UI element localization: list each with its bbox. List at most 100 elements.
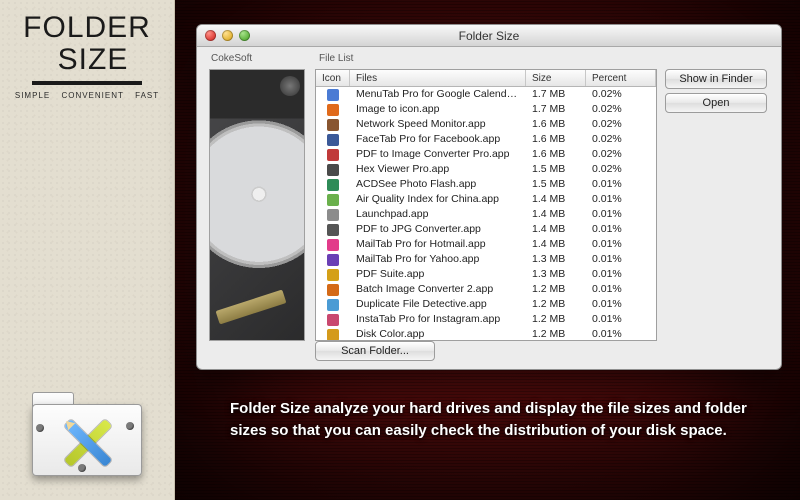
app-icon-cell [316,147,350,162]
file-name: ACDSee Photo Flash.app [350,177,526,192]
titlebar[interactable]: Folder Size [197,25,781,47]
file-name: Disk Color.app [350,327,526,340]
table-row[interactable]: Image to icon.app1.7 MB0.02% [316,102,656,117]
file-name: Hex Viewer Pro.app [350,162,526,177]
app-icon-cell [316,312,350,327]
app-icon-cell [316,132,350,147]
app-icon-cell [316,297,350,312]
table-row[interactable]: Launchpad.app1.4 MB0.01% [316,207,656,222]
file-percent: 0.01% [586,267,656,282]
file-name: Batch Image Converter 2.app [350,282,526,297]
file-percent: 0.02% [586,162,656,177]
window-body: CokeSoft File List Icon Files Size Perce… [197,47,781,369]
file-percent: 0.01% [586,297,656,312]
file-percent: 0.02% [586,147,656,162]
app-icon-cell [316,282,350,297]
open-button[interactable]: Open [665,93,767,113]
table-body[interactable]: MenuTab Pro for Google Calendar.app1.7 M… [316,87,656,340]
col-icon[interactable]: Icon [316,70,350,86]
zoom-icon[interactable] [239,30,250,41]
app-icon-cell [316,207,350,222]
table-row[interactable]: Duplicate File Detective.app1.2 MB0.01% [316,297,656,312]
app-icon-swatch [327,269,339,281]
table-row[interactable]: FaceTab Pro for Facebook.app1.6 MB0.02% [316,132,656,147]
file-size: 1.2 MB [526,282,586,297]
harddrive-image [210,70,304,340]
minimize-icon[interactable] [222,30,233,41]
promo-tag-fast: Fast [135,91,159,100]
file-name: Air Quality Index for China.app [350,192,526,207]
table-row[interactable]: MailTab Pro for Yahoo.app1.3 MB0.01% [316,252,656,267]
file-percent: 0.01% [586,327,656,340]
file-name: MailTab Pro for Yahoo.app [350,252,526,267]
table-row[interactable]: InstaTab Pro for Instagram.app1.2 MB0.01… [316,312,656,327]
file-name: PDF Suite.app [350,267,526,282]
show-in-finder-button[interactable]: Show in Finder [665,69,767,89]
file-name: PDF to Image Converter Pro.app [350,147,526,162]
table-row[interactable]: Batch Image Converter 2.app1.2 MB0.01% [316,282,656,297]
file-percent: 0.02% [586,102,656,117]
app-icon-swatch [327,224,339,236]
app-icon-cell [316,192,350,207]
file-size: 1.4 MB [526,222,586,237]
table-row[interactable]: Network Speed Monitor.app1.6 MB0.02% [316,117,656,132]
table-row[interactable]: PDF Suite.app1.3 MB0.01% [316,267,656,282]
table-row[interactable]: Hex Viewer Pro.app1.5 MB0.02% [316,162,656,177]
sidebar-photo [209,69,305,341]
file-percent: 0.02% [586,132,656,147]
app-icon-swatch [327,329,339,341]
file-size: 1.3 MB [526,267,586,282]
promo-title-line2: SIZE [12,44,174,76]
file-percent: 0.02% [586,87,656,102]
app-icon-cell [316,237,350,252]
file-name: MailTab Pro for Hotmail.app [350,237,526,252]
promo-title: FOLDER SIZE [0,12,174,75]
file-name: PDF to JPG Converter.app [350,222,526,237]
file-percent: 0.01% [586,207,656,222]
file-name: MenuTab Pro for Google Calendar.app [350,87,526,102]
table-row[interactable]: PDF to JPG Converter.app1.4 MB0.01% [316,222,656,237]
file-percent: 0.01% [586,252,656,267]
col-files[interactable]: Files [350,70,526,86]
close-icon[interactable] [205,30,216,41]
scan-folder-button[interactable]: Scan Folder... [315,341,435,361]
table-row[interactable]: ACDSee Photo Flash.app1.5 MB0.01% [316,177,656,192]
file-percent: 0.01% [586,222,656,237]
app-icon-swatch [327,179,339,191]
app-icon-cell [316,267,350,282]
table-row[interactable]: Air Quality Index for China.app1.4 MB0.0… [316,192,656,207]
file-name: Image to icon.app [350,102,526,117]
promo-tagline: Simple Convenient Fast [0,91,174,100]
app-icon-swatch [327,89,339,101]
file-percent: 0.01% [586,282,656,297]
file-size: 1.2 MB [526,312,586,327]
file-size: 1.3 MB [526,252,586,267]
app-icon-swatch [327,239,339,251]
file-percent: 0.02% [586,117,656,132]
table-row[interactable]: PDF to Image Converter Pro.app1.6 MB0.02… [316,147,656,162]
file-size: 1.6 MB [526,132,586,147]
app-icon-swatch [327,299,339,311]
table-header[interactable]: Icon Files Size Percent [316,70,656,87]
table-row[interactable]: MenuTab Pro for Google Calendar.app1.7 M… [316,87,656,102]
window-controls [205,30,250,41]
marketing-caption: Folder Size analyze your hard drives and… [230,398,760,442]
app-icon-swatch [327,119,339,131]
app-icon-cell [316,102,350,117]
sidebar-group-label: CokeSoft [211,53,252,64]
file-name: FaceTab Pro for Facebook.app [350,132,526,147]
app-icon-swatch [327,164,339,176]
file-size: 1.5 MB [526,177,586,192]
file-size: 1.6 MB [526,147,586,162]
table-row[interactable]: MailTab Pro for Hotmail.app1.4 MB0.01% [316,237,656,252]
col-percent[interactable]: Percent [586,70,656,86]
app-icon-cell [316,222,350,237]
app-icon-swatch [327,134,339,146]
table-row[interactable]: Disk Color.app1.2 MB0.01% [316,327,656,340]
file-table[interactable]: Icon Files Size Percent MenuTab Pro for … [315,69,657,341]
promo-title-underline [32,81,142,85]
file-size: 1.2 MB [526,327,586,340]
file-name: Duplicate File Detective.app [350,297,526,312]
app-icon-cell [316,327,350,340]
col-size[interactable]: Size [526,70,586,86]
